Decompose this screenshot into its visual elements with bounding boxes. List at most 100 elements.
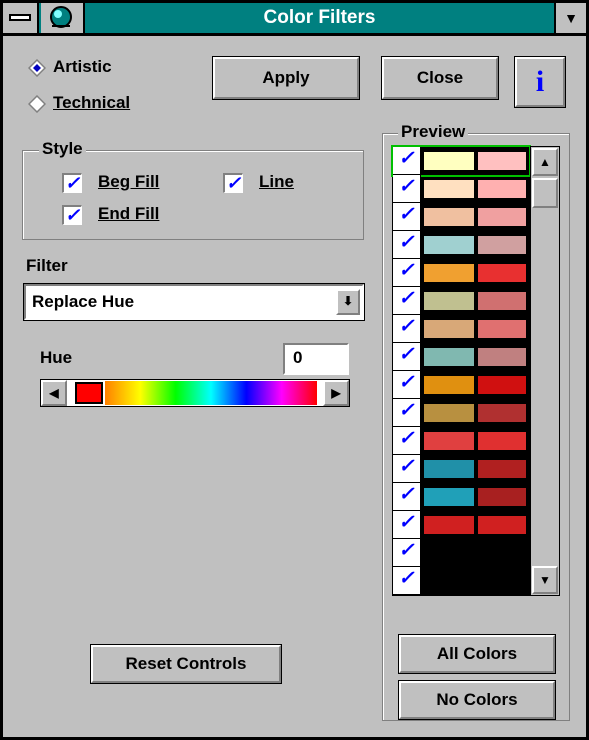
preview-row[interactable]: ✓ bbox=[393, 427, 529, 455]
artistic-label[interactable]: Artistic bbox=[53, 57, 112, 77]
filter-select[interactable]: Replace Hue ⬇ bbox=[24, 284, 364, 320]
no-colors-button[interactable]: No Colors bbox=[399, 681, 555, 719]
preview-fill-swatch bbox=[423, 515, 475, 535]
preview-row-checkbox[interactable]: ✓ bbox=[393, 231, 421, 259]
preview-row[interactable]: ✓ bbox=[393, 539, 529, 567]
filter-dropdown-icon[interactable]: ⬇ bbox=[336, 289, 360, 315]
preview-row-checkbox[interactable]: ✓ bbox=[393, 343, 421, 371]
preview-row[interactable]: ✓ bbox=[393, 259, 529, 287]
preview-line-swatch bbox=[477, 151, 527, 171]
title-bar: Color Filters ▼ bbox=[3, 3, 586, 36]
preview-row[interactable]: ✓ bbox=[393, 315, 529, 343]
end-fill-label[interactable]: End Fill bbox=[98, 204, 159, 224]
preview-row-checkbox[interactable]: ✓ bbox=[393, 539, 421, 567]
preview-row[interactable]: ✓ bbox=[391, 145, 531, 177]
preview-fill-swatch bbox=[423, 151, 475, 171]
end-fill-checkbox[interactable]: ✓ bbox=[62, 205, 82, 225]
system-menu-icon[interactable] bbox=[3, 3, 39, 33]
preview-line-swatch bbox=[477, 459, 527, 479]
preview-row-checkbox[interactable]: ✓ bbox=[393, 427, 421, 455]
preview-fill-swatch bbox=[423, 319, 475, 339]
preview-row-checkbox[interactable]: ✓ bbox=[393, 175, 421, 203]
color-filters-window: Color Filters ▼ Artistic Technical Apply… bbox=[0, 0, 589, 740]
preview-row-checkbox[interactable]: ✓ bbox=[393, 371, 421, 399]
technical-radio[interactable] bbox=[28, 95, 46, 113]
preview-line-swatch bbox=[477, 263, 527, 283]
preview-row[interactable]: ✓ bbox=[393, 371, 529, 399]
preview-row[interactable]: ✓ bbox=[393, 203, 529, 231]
all-colors-button[interactable]: All Colors bbox=[399, 635, 555, 673]
preview-row[interactable]: ✓ bbox=[393, 175, 529, 203]
preview-line-swatch bbox=[477, 291, 527, 311]
preview-fill-swatch bbox=[423, 347, 475, 367]
preview-row[interactable]: ✓ bbox=[393, 231, 529, 259]
preview-row-checkbox[interactable]: ✓ bbox=[393, 259, 421, 287]
preview-fill-swatch bbox=[423, 487, 475, 507]
globe-icon[interactable] bbox=[41, 3, 85, 33]
scroll-right-icon[interactable]: ▶ bbox=[323, 380, 349, 406]
preview-row-checkbox[interactable]: ✓ bbox=[393, 315, 421, 343]
preview-fill-swatch bbox=[423, 375, 475, 395]
preview-fill-swatch bbox=[423, 403, 475, 423]
scroll-down-icon[interactable]: ▼ bbox=[532, 566, 558, 594]
preview-line-swatch bbox=[477, 347, 527, 367]
hue-label: Hue bbox=[40, 348, 73, 367]
preview-row-checkbox[interactable]: ✓ bbox=[393, 511, 421, 539]
reset-controls-button[interactable]: Reset Controls bbox=[91, 645, 281, 683]
preview-fill-swatch bbox=[423, 235, 475, 255]
preview-row[interactable]: ✓ bbox=[393, 567, 529, 595]
line-label[interactable]: Line bbox=[259, 172, 294, 192]
scroll-up-icon[interactable]: ▲ bbox=[532, 148, 558, 176]
window-title: Color Filters bbox=[263, 7, 376, 28]
preview-line-swatch bbox=[477, 319, 527, 339]
hue-slider[interactable]: ◀ ▶ bbox=[40, 379, 350, 407]
preview-fill-swatch bbox=[423, 291, 475, 311]
preview-line-swatch bbox=[477, 235, 527, 255]
style-legend: Style bbox=[39, 139, 86, 159]
preview-fill-swatch bbox=[423, 179, 475, 199]
preview-fill-swatch bbox=[423, 431, 475, 451]
preview-row[interactable]: ✓ bbox=[393, 287, 529, 315]
hue-value: 0 bbox=[293, 348, 303, 367]
preview-row[interactable]: ✓ bbox=[393, 343, 529, 371]
filter-label: Filter bbox=[26, 256, 68, 275]
preview-fill-swatch bbox=[423, 459, 475, 479]
hue-value-field[interactable]: 0 bbox=[283, 343, 349, 375]
apply-button[interactable]: Apply bbox=[213, 57, 359, 99]
preview-row-checkbox[interactable]: ✓ bbox=[393, 147, 421, 175]
preview-row-checkbox[interactable]: ✓ bbox=[393, 455, 421, 483]
preview-row-checkbox[interactable]: ✓ bbox=[393, 567, 421, 595]
preview-line-swatch bbox=[477, 375, 527, 395]
dropdown-arrow-icon[interactable]: ▼ bbox=[554, 3, 586, 33]
beg-fill-label[interactable]: Beg Fill bbox=[98, 172, 159, 192]
line-checkbox[interactable]: ✓ bbox=[223, 173, 243, 193]
technical-label[interactable]: Technical bbox=[53, 93, 130, 113]
preview-row[interactable]: ✓ bbox=[393, 399, 529, 427]
preview-row[interactable]: ✓ bbox=[393, 511, 529, 539]
preview-line-swatch bbox=[477, 403, 527, 423]
preview-legend: Preview bbox=[398, 122, 469, 142]
style-group bbox=[22, 150, 364, 240]
preview-row-checkbox[interactable]: ✓ bbox=[393, 203, 421, 231]
hue-spectrum bbox=[105, 381, 317, 405]
preview-row-checkbox[interactable]: ✓ bbox=[393, 399, 421, 427]
preview-fill-swatch bbox=[423, 263, 475, 283]
info-icon[interactable]: i bbox=[515, 57, 565, 107]
artistic-radio[interactable] bbox=[28, 59, 46, 77]
preview-row[interactable]: ✓ bbox=[393, 483, 529, 511]
preview-row[interactable]: ✓ bbox=[393, 455, 529, 483]
preview-line-swatch bbox=[477, 431, 527, 451]
beg-fill-checkbox[interactable]: ✓ bbox=[62, 173, 82, 193]
hue-slider-thumb[interactable] bbox=[75, 382, 103, 404]
preview-scrollbar[interactable]: ▲ ▼ bbox=[530, 146, 560, 596]
preview-line-swatch bbox=[477, 207, 527, 227]
preview-row-checkbox[interactable]: ✓ bbox=[393, 483, 421, 511]
preview-list[interactable]: ✓ ✓ ✓ ✓ ✓ ✓ ✓ ✓ ✓ ✓ ✓ ✓ ✓ ✓ ✓ ✓ bbox=[391, 145, 531, 596]
preview-line-swatch bbox=[477, 179, 527, 199]
preview-line-swatch bbox=[477, 515, 527, 535]
preview-fill-swatch bbox=[423, 207, 475, 227]
preview-scroll-thumb[interactable] bbox=[532, 178, 558, 208]
scroll-left-icon[interactable]: ◀ bbox=[41, 380, 67, 406]
close-button[interactable]: Close bbox=[382, 57, 498, 99]
preview-row-checkbox[interactable]: ✓ bbox=[393, 287, 421, 315]
